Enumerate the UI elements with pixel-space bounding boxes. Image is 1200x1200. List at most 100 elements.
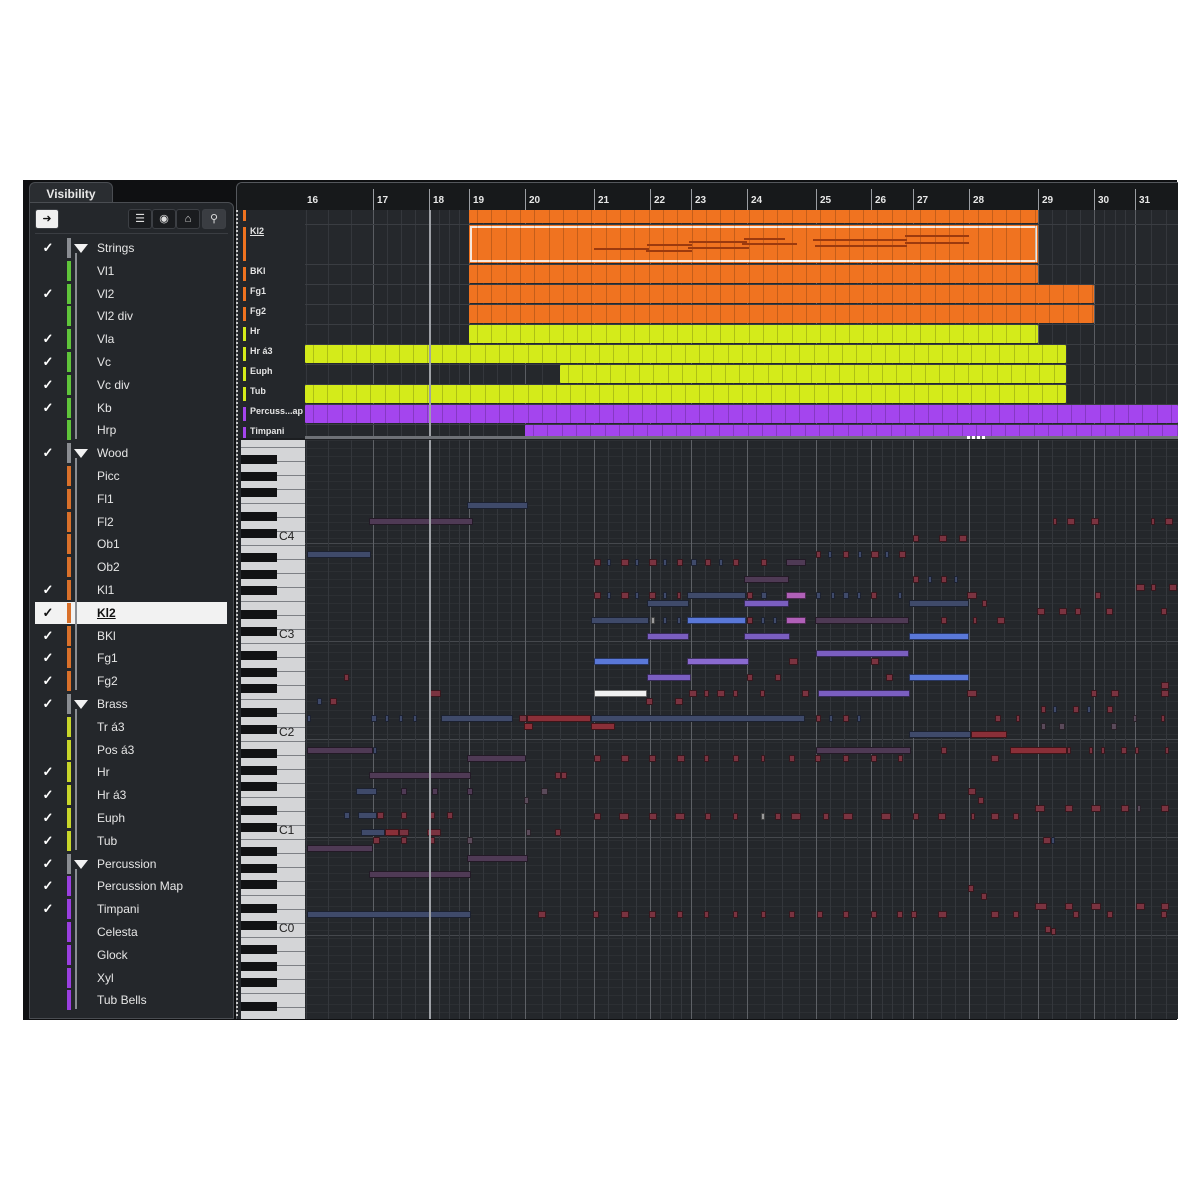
midi-note[interactable] (1161, 690, 1169, 697)
midi-note[interactable] (978, 797, 984, 804)
midi-note[interactable] (909, 600, 969, 607)
midi-note[interactable] (677, 911, 683, 918)
midi-note[interactable] (786, 592, 806, 599)
visibility-checkbox[interactable] (41, 419, 55, 441)
midi-note[interactable] (371, 715, 377, 722)
midi-note[interactable] (775, 813, 781, 820)
midi-note[interactable] (401, 812, 407, 819)
midi-note[interactable] (594, 813, 601, 820)
midi-note[interactable] (1067, 747, 1071, 754)
midi-note[interactable] (973, 617, 977, 624)
midi-note[interactable] (857, 715, 861, 722)
track-row[interactable]: ✓ Brass (35, 693, 227, 715)
midi-part[interactable] (559, 365, 1066, 383)
midi-note[interactable] (607, 559, 611, 566)
folder-expand-icon[interactable] (74, 700, 88, 709)
midi-note[interactable] (467, 855, 528, 862)
black-key[interactable] (241, 455, 277, 465)
visibility-checkbox[interactable]: ✓ (41, 283, 55, 305)
midi-note[interactable] (815, 617, 909, 624)
midi-note[interactable] (1041, 723, 1046, 730)
piano-keyboard[interactable]: C4 C3 C2 C1 C0 (241, 440, 305, 1019)
midi-note[interactable] (981, 893, 987, 900)
midi-note[interactable] (373, 747, 377, 754)
midi-note[interactable] (816, 592, 821, 599)
midi-note[interactable] (744, 600, 789, 607)
midi-note[interactable] (938, 911, 947, 918)
track-header[interactable]: Hr (241, 324, 305, 345)
midi-note[interactable] (982, 600, 987, 607)
midi-note[interactable] (704, 755, 709, 762)
midi-note[interactable] (649, 813, 657, 820)
midi-note[interactable] (747, 674, 753, 681)
track-row[interactable]: ✓ Timpani (35, 898, 227, 920)
midi-note[interactable] (760, 690, 765, 697)
midi-note[interactable] (649, 592, 656, 599)
midi-note[interactable] (594, 592, 601, 599)
midi-note[interactable] (828, 551, 832, 558)
visibility-checkbox[interactable] (41, 260, 55, 282)
midi-note[interactable] (857, 592, 861, 599)
midi-note[interactable] (971, 813, 975, 820)
track-row[interactable]: Tr á3 (35, 716, 227, 738)
midi-note[interactable] (385, 829, 399, 836)
visibility-checkbox[interactable] (41, 465, 55, 487)
midi-note[interactable] (1111, 690, 1119, 697)
track-row[interactable]: ✓ Kl2 (35, 601, 227, 624)
midi-note[interactable] (675, 698, 683, 705)
midi-note[interactable] (816, 551, 821, 558)
midi-note[interactable] (733, 911, 738, 918)
midi-note[interactable] (881, 813, 891, 820)
midi-note[interactable] (761, 592, 767, 599)
midi-note[interactable] (991, 911, 999, 918)
midi-note[interactable] (1073, 911, 1079, 918)
track-header[interactable]: Kl1 (241, 210, 305, 225)
midi-note[interactable] (789, 658, 798, 665)
midi-note[interactable] (607, 592, 611, 599)
midi-note[interactable] (1065, 903, 1073, 910)
midi-note[interactable] (1051, 837, 1055, 844)
black-key[interactable] (241, 585, 277, 595)
midi-note[interactable] (1091, 903, 1101, 910)
midi-note[interactable] (356, 788, 377, 795)
visibility-checkbox[interactable]: ✓ (41, 807, 55, 829)
midi-note[interactable] (647, 633, 689, 640)
black-key[interactable] (241, 806, 277, 816)
white-key[interactable] (241, 601, 305, 602)
midi-note[interactable] (663, 559, 667, 566)
midi-note[interactable] (816, 715, 821, 722)
midi-note[interactable] (815, 755, 821, 762)
midi-note[interactable] (909, 674, 969, 681)
black-key[interactable] (241, 651, 277, 661)
track-row[interactable]: ✓ Percussion Map (35, 875, 227, 897)
visibility-checkbox[interactable]: ✓ (41, 397, 55, 419)
midi-note[interactable] (913, 535, 919, 542)
white-key[interactable] (241, 503, 305, 504)
midi-note[interactable] (1101, 747, 1105, 754)
midi-note[interactable] (1107, 911, 1113, 918)
midi-note[interactable] (995, 715, 1001, 722)
visibility-button[interactable]: ◉ (152, 209, 176, 229)
visibility-checkbox[interactable]: ✓ (41, 625, 55, 647)
midi-note[interactable] (541, 788, 548, 795)
midi-note[interactable] (1091, 518, 1099, 525)
midi-note[interactable] (928, 576, 932, 583)
midi-note[interactable] (1169, 584, 1177, 591)
track-header[interactable]: Hr á3 (241, 344, 305, 365)
midi-note[interactable] (1136, 584, 1145, 591)
midi-note[interactable] (687, 658, 749, 665)
midi-note[interactable] (991, 755, 999, 762)
black-key[interactable] (241, 879, 277, 889)
track-row[interactable]: ✓ Vc (35, 351, 227, 373)
folder-expand-icon[interactable] (74, 859, 88, 869)
midi-note[interactable] (527, 715, 591, 722)
midi-note[interactable] (524, 723, 533, 730)
midi-note[interactable] (1089, 747, 1093, 754)
midi-note[interactable] (1010, 747, 1067, 754)
black-key[interactable] (241, 822, 277, 832)
midi-note[interactable] (385, 715, 389, 722)
midi-note[interactable] (591, 715, 805, 722)
midi-part[interactable] (469, 210, 1038, 223)
midi-note[interactable] (401, 837, 407, 844)
track-row[interactable]: Ob1 (35, 533, 227, 555)
